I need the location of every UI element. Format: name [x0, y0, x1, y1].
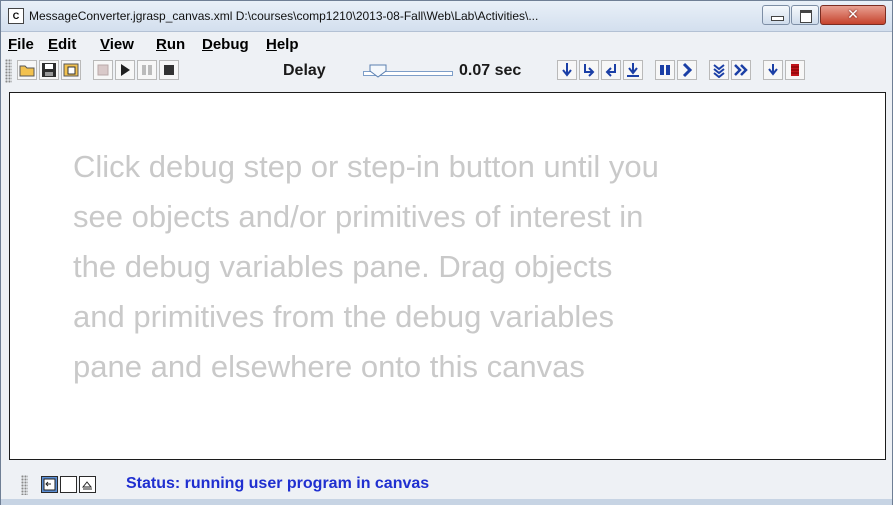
toolbar: Delay 0.07 sec — [1, 56, 892, 86]
status-text: Status: running user program in canvas — [126, 475, 430, 492]
stop-icon — [164, 65, 174, 75]
hint-line: Click debug step or step-in button until… — [73, 149, 659, 184]
step-down-icon — [768, 64, 778, 76]
hint-line: pane and elsewhere onto this canvas — [73, 349, 585, 384]
dock-left-icon — [43, 478, 56, 491]
run-gear-button — [93, 60, 113, 80]
dock-left-button[interactable] — [41, 476, 58, 493]
menu-bar: File Edit View Run Debug Help — [1, 32, 892, 56]
title-bar[interactable]: C MessageConverter.jgrasp_canvas.xml D:\… — [1, 1, 892, 32]
maximize-icon — [800, 10, 812, 23]
close-icon: ✕ — [847, 7, 859, 23]
dock-bottom-icon — [81, 481, 93, 490]
step-in-button[interactable] — [579, 60, 599, 80]
step-over-icon — [562, 63, 572, 77]
hint-line: see objects and/or primitives of interes… — [73, 199, 644, 234]
status-grip[interactable] — [21, 475, 28, 495]
play-icon — [121, 64, 130, 76]
hint-line: and primitives from the debug variables — [73, 299, 615, 334]
app-icon[interactable]: C — [8, 8, 24, 24]
fast-step-button[interactable] — [709, 60, 729, 80]
hint-line: the debug variables pane. Drag objects — [73, 249, 613, 284]
open-button[interactable] — [17, 60, 37, 80]
open-folder-icon — [19, 65, 35, 77]
halt-icon — [791, 64, 799, 76]
minimize-button[interactable] — [762, 5, 790, 25]
step-over-button[interactable] — [557, 60, 577, 80]
halt-button[interactable] — [785, 60, 805, 80]
status-bar: Status: running user program in canvas — [1, 466, 892, 496]
close-button[interactable]: ✕ — [820, 5, 886, 25]
browse-button[interactable] — [61, 60, 81, 80]
pause-icon — [142, 65, 152, 75]
step-down-button[interactable] — [763, 60, 783, 80]
fast-step-icon — [713, 64, 725, 78]
pause-all-icon — [660, 65, 670, 75]
auto-step-icon — [734, 64, 748, 76]
menu-help[interactable]: Help — [266, 36, 299, 53]
jgrasp-canvas-window: C MessageConverter.jgrasp_canvas.xml D:\… — [0, 0, 893, 505]
menu-edit[interactable]: Edit — [48, 36, 76, 53]
step-out-icon — [605, 64, 616, 77]
stop-button[interactable] — [159, 60, 179, 80]
step-to-cursor-button[interactable] — [623, 60, 643, 80]
save-button[interactable] — [39, 60, 59, 80]
menu-run[interactable]: Run — [156, 36, 185, 53]
menu-debug[interactable]: Debug — [202, 36, 249, 53]
window-title: MessageConverter.jgrasp_canvas.xml D:\co… — [29, 9, 539, 23]
run-button[interactable] — [115, 60, 135, 80]
resume-icon — [682, 62, 693, 78]
toolbar-grip[interactable] — [5, 59, 12, 83]
window-bottom-border — [1, 499, 892, 505]
canvas-hint: Click debug step or step-in button until… — [73, 142, 863, 392]
delay-label: Delay — [283, 62, 326, 79]
open-browser-icon — [63, 63, 79, 77]
step-in-icon — [584, 64, 595, 77]
pause-button — [137, 60, 157, 80]
menu-file[interactable]: File — [8, 36, 34, 53]
delay-value: 0.07 sec — [459, 62, 522, 79]
menu-view[interactable]: View — [100, 36, 134, 53]
blank-toggle-button[interactable] — [60, 476, 77, 493]
resume-button[interactable] — [677, 60, 697, 80]
dock-bottom-button[interactable] — [79, 476, 96, 493]
save-icon — [42, 63, 56, 77]
delay-slider-thumb[interactable] — [369, 64, 387, 78]
minimize-icon — [771, 16, 784, 21]
step-in-down-icon — [627, 63, 639, 77]
maximize-button[interactable] — [791, 5, 819, 25]
step-out-button[interactable] — [601, 60, 621, 80]
auto-step-button[interactable] — [731, 60, 751, 80]
run-gear-icon — [97, 64, 109, 76]
suspend-button[interactable] — [655, 60, 675, 80]
